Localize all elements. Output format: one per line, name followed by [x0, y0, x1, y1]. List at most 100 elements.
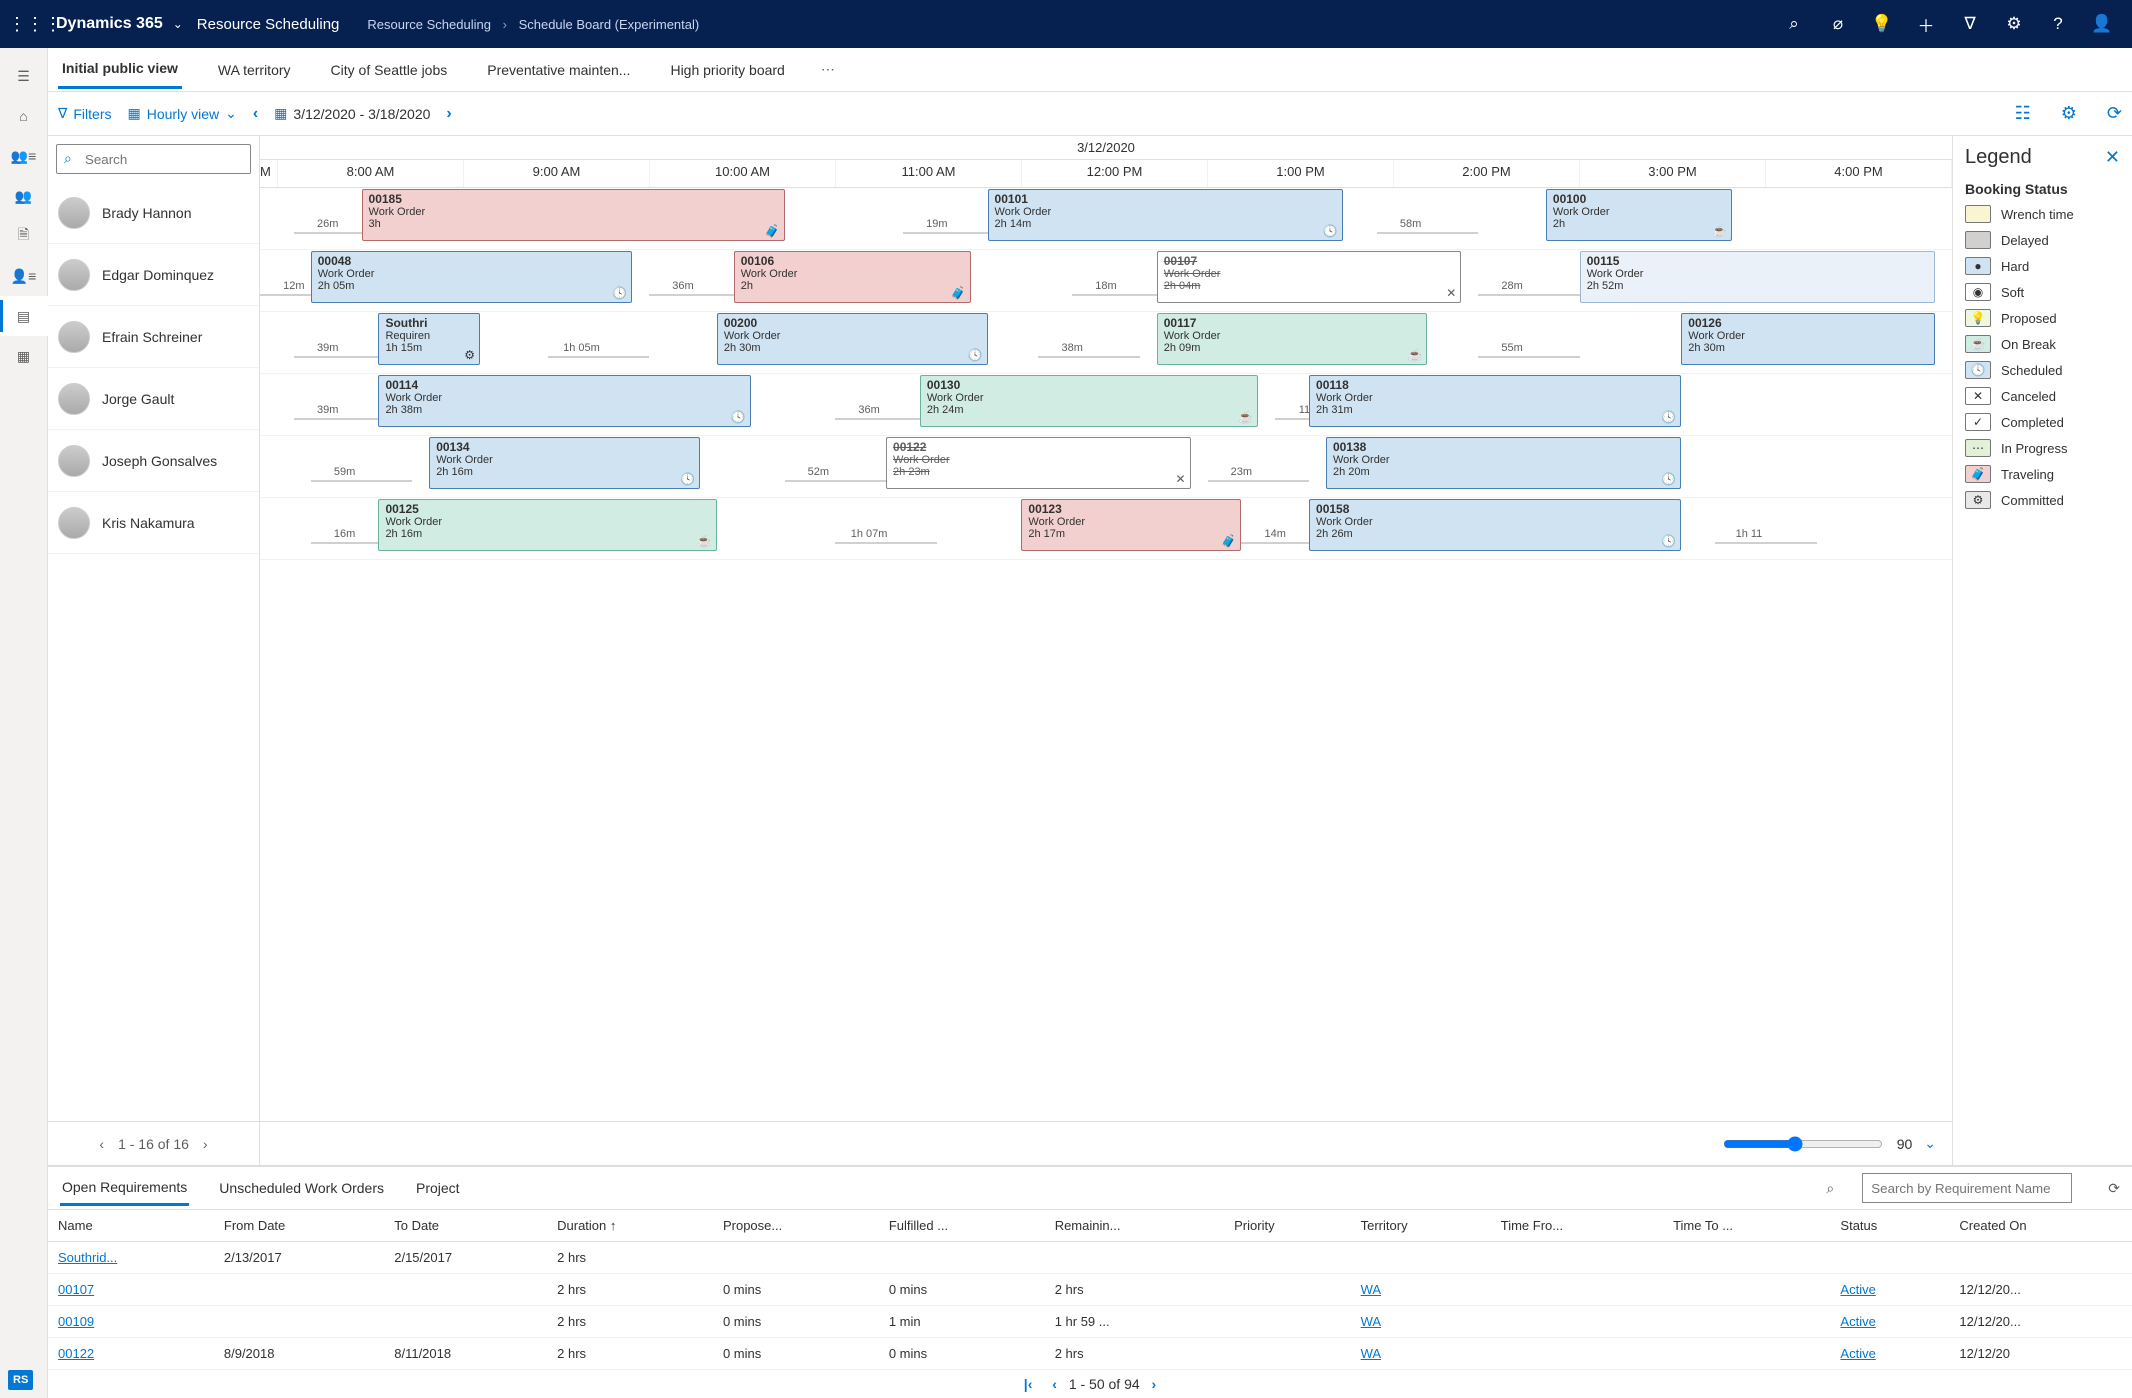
search-icon[interactable]: ⌕: [1826, 1180, 1834, 1197]
column-header[interactable]: Remainin...: [1045, 1210, 1224, 1242]
list-toggle-icon[interactable]: ☷: [2015, 103, 2031, 124]
next-page-button[interactable]: ›: [1152, 1376, 1157, 1392]
tab-open-requirements[interactable]: Open Requirements: [60, 1171, 189, 1206]
resource-row[interactable]: Edgar Dominquez: [48, 244, 259, 306]
refresh-icon[interactable]: ⟳: [2108, 1180, 2120, 1197]
resource-row[interactable]: Efrain Schreiner: [48, 306, 259, 368]
column-header[interactable]: From Date: [214, 1210, 384, 1242]
table-row[interactable]: 001072 hrs0 mins0 mins2 hrsWAActive12/12…: [48, 1274, 2132, 1306]
next-page-button[interactable]: ›: [203, 1136, 208, 1152]
prev-page-button[interactable]: ‹: [1052, 1376, 1057, 1392]
list-icon[interactable]: 👤≡: [0, 256, 48, 296]
booking-card[interactable]: 00115Work Order2h 52m: [1580, 251, 1935, 303]
help-icon[interactable]: ?: [2036, 14, 2080, 34]
grid-link[interactable]: Active: [1840, 1346, 1875, 1361]
hamburger-icon[interactable]: ☰: [0, 56, 48, 96]
settings-gear-icon[interactable]: ⚙: [2061, 103, 2077, 124]
resource-row[interactable]: Kris Nakamura: [48, 492, 259, 554]
column-header[interactable]: Fulfilled ...: [879, 1210, 1045, 1242]
user-icon[interactable]: 👤: [2080, 14, 2124, 34]
resource-row[interactable]: Joseph Gonsalves: [48, 430, 259, 492]
plus-icon[interactable]: ＋: [1904, 12, 1948, 37]
chevron-down-icon[interactable]: ⌄: [173, 17, 183, 31]
people-list-icon[interactable]: 👥≡: [0, 136, 48, 176]
table-row[interactable]: 001228/9/20188/11/20182 hrs0 mins0 mins2…: [48, 1338, 2132, 1370]
resource-row[interactable]: Jorge Gault: [48, 368, 259, 430]
doc-person-icon[interactable]: 🗎: [0, 216, 48, 256]
grid-link[interactable]: WA: [1361, 1314, 1381, 1329]
calendar-icon[interactable]: ▦: [0, 336, 48, 376]
gear-icon[interactable]: ⚙: [1992, 14, 2036, 34]
grid-link[interactable]: WA: [1361, 1346, 1381, 1361]
booking-card[interactable]: 00048Work Order2h 05m🕓: [311, 251, 632, 303]
column-header[interactable]: Territory: [1351, 1210, 1491, 1242]
prev-page-button[interactable]: ‹: [99, 1136, 104, 1152]
column-header[interactable]: To Date: [384, 1210, 547, 1242]
breadcrumb-root[interactable]: Resource Scheduling: [367, 17, 491, 32]
tab-initial-public-view[interactable]: Initial public view: [58, 50, 182, 89]
column-header[interactable]: Duration ↑: [547, 1210, 713, 1242]
booking-card[interactable]: 00100Work Order2h☕: [1546, 189, 1732, 241]
booking-card[interactable]: 00123Work Order2h 17m🧳: [1021, 499, 1241, 551]
next-range-button[interactable]: ›: [446, 105, 451, 123]
booking-card[interactable]: 00185Work Order3h🧳: [362, 189, 785, 241]
tab-unscheduled-work-orders[interactable]: Unscheduled Work Orders: [217, 1172, 386, 1204]
booking-card[interactable]: 00134Work Order2h 16m🕓: [429, 437, 700, 489]
resource-row[interactable]: Brady Hannon: [48, 182, 259, 244]
tab-project[interactable]: Project: [414, 1172, 462, 1204]
booking-card[interactable]: 00126Work Order2h 30m: [1681, 313, 1935, 365]
booking-card[interactable]: 00107Work Order2h 04m✕: [1157, 251, 1462, 303]
search-icon[interactable]: ⌕: [1772, 14, 1816, 34]
first-page-button[interactable]: |‹: [1024, 1376, 1033, 1392]
booking-card[interactable]: 00200Work Order2h 30m🕓: [717, 313, 988, 365]
column-header[interactable]: Status: [1830, 1210, 1949, 1242]
column-header[interactable]: Time To ...: [1663, 1210, 1830, 1242]
grid-link[interactable]: 00109: [58, 1314, 94, 1329]
column-header[interactable]: Propose...: [713, 1210, 879, 1242]
view-mode-button[interactable]: ▦Hourly view ⌄: [128, 105, 237, 122]
resource-search-input[interactable]: [56, 144, 251, 174]
booking-card[interactable]: 00138Work Order2h 20m🕓: [1326, 437, 1681, 489]
column-header[interactable]: Name: [48, 1210, 214, 1242]
booking-card[interactable]: 00106Work Order2h🧳: [734, 251, 971, 303]
zoom-slider[interactable]: [1723, 1136, 1883, 1152]
booking-card[interactable]: 00125Work Order2h 16m☕: [378, 499, 716, 551]
home-icon[interactable]: ⌂: [0, 96, 48, 136]
refresh-icon[interactable]: ⟳: [2107, 103, 2122, 124]
grid-link[interactable]: Active: [1840, 1282, 1875, 1297]
tab-high-priority[interactable]: High priority board: [666, 52, 788, 88]
column-header[interactable]: Priority: [1224, 1210, 1351, 1242]
board-icon[interactable]: ▤: [0, 296, 48, 336]
filters-button[interactable]: ∇Filters: [58, 105, 112, 122]
booking-card[interactable]: 00101Work Order2h 14m🕓: [988, 189, 1343, 241]
app-launcher-icon[interactable]: ⋮⋮⋮: [8, 14, 56, 35]
task-icon[interactable]: ⌀: [1816, 14, 1860, 34]
grid-link[interactable]: Active: [1840, 1314, 1875, 1329]
booking-card[interactable]: 00122Work Order2h 23m✕: [886, 437, 1191, 489]
date-range-button[interactable]: ▦ 3/12/2020 - 3/18/2020: [274, 105, 430, 122]
prev-range-button[interactable]: ‹: [253, 105, 258, 123]
chevron-down-icon[interactable]: ⌄: [1924, 1135, 1936, 1152]
tabs-overflow-icon[interactable]: ⋯: [821, 61, 837, 78]
people-icon[interactable]: 👥: [0, 176, 48, 216]
table-row[interactable]: 001092 hrs0 mins1 min1 hr 59 ...WAActive…: [48, 1306, 2132, 1338]
bulb-icon[interactable]: 💡: [1860, 14, 1904, 34]
column-header[interactable]: Time Fro...: [1491, 1210, 1663, 1242]
filter-icon[interactable]: ∇: [1948, 14, 1992, 34]
booking-card[interactable]: 00130Work Order2h 24m☕: [920, 375, 1258, 427]
booking-card[interactable]: 00158Work Order2h 26m🕓: [1309, 499, 1681, 551]
booking-card[interactable]: SouthriRequiren1h 15m⚙: [378, 313, 480, 365]
grid-link[interactable]: 00122: [58, 1346, 94, 1361]
table-row[interactable]: Southrid...2/13/20172/15/20172 hrs: [48, 1242, 2132, 1274]
booking-card[interactable]: 00118Work Order2h 31m🕓: [1309, 375, 1681, 427]
grid-link[interactable]: Southrid...: [58, 1250, 117, 1265]
tab-wa-territory[interactable]: WA territory: [214, 52, 295, 88]
tab-preventative[interactable]: Preventative mainten...: [483, 52, 634, 88]
requirement-search-input[interactable]: [1862, 1173, 2072, 1203]
close-icon[interactable]: ✕: [2105, 147, 2120, 168]
column-header[interactable]: Created On: [1949, 1210, 2132, 1242]
grid-link[interactable]: WA: [1361, 1282, 1381, 1297]
booking-card[interactable]: 00114Work Order2h 38m🕓: [378, 375, 750, 427]
tab-city-of-seattle[interactable]: City of Seattle jobs: [327, 52, 452, 88]
booking-card[interactable]: 00117Work Order2h 09m☕: [1157, 313, 1428, 365]
